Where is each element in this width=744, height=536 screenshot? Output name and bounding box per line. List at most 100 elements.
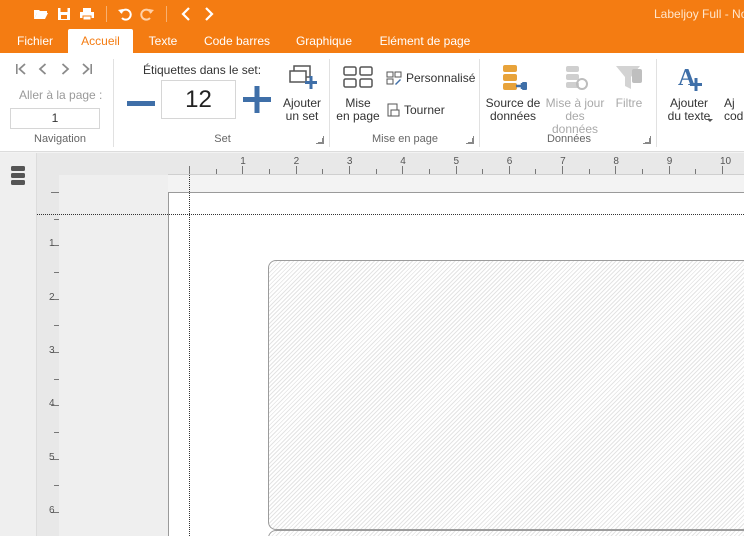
- filter-button[interactable]: Filtre: [612, 63, 646, 110]
- canvas-margin: [59, 175, 168, 536]
- ruler-tick: [668, 166, 670, 174]
- tab-accueil[interactable]: Accueil: [68, 29, 133, 53]
- add-text-label: Ajouter du texte: [667, 96, 711, 123]
- layout-dialog-launcher-icon[interactable]: [466, 136, 474, 144]
- tab-texte[interactable]: Texte: [140, 29, 186, 53]
- vertical-guide[interactable]: [189, 175, 190, 536]
- labels-count-field[interactable]: 12: [161, 80, 236, 119]
- tab-graphique[interactable]: Graphique: [288, 29, 360, 53]
- data-source-button[interactable]: Source de données: [484, 63, 542, 123]
- ruler-tick: [189, 166, 190, 174]
- page-layout-label: Mise en page: [336, 96, 380, 123]
- data-dialog-launcher-icon[interactable]: [643, 136, 651, 144]
- database-source-icon: [503, 65, 527, 90]
- previous-page-icon[interactable]: [36, 62, 50, 76]
- page-layout-button[interactable]: Mise en page: [336, 63, 380, 123]
- group-separator: [656, 59, 657, 147]
- ruler-tick: [695, 169, 697, 174]
- ribbon-panel: Aller à la page : 1 Navigation Étiquette…: [0, 53, 744, 152]
- save-icon[interactable]: [54, 4, 74, 24]
- ruler-tick: [615, 166, 617, 174]
- add-code-label: Aj cod: [724, 96, 744, 123]
- add-set-button[interactable]: Ajouter un set: [280, 63, 324, 123]
- ruler-tick: [268, 169, 270, 174]
- add-text-icon: A: [678, 65, 702, 91]
- refresh-data-icon: [566, 66, 588, 90]
- add-set-icon: [289, 65, 317, 89]
- rotate-label: Tourner: [404, 103, 445, 117]
- rotate-button[interactable]: Tourner: [386, 103, 445, 117]
- ruler-tick: [722, 166, 723, 174]
- add-text-button[interactable]: A Ajouter du texte: [663, 63, 715, 123]
- dropdown-arrow-icon[interactable]: [707, 119, 713, 122]
- tab-code-barres[interactable]: Code barres: [196, 29, 278, 53]
- navigation-group-label: Navigation: [34, 133, 86, 145]
- ruler-number: 6: [506, 156, 513, 167]
- decrease-labels-button[interactable]: [126, 89, 156, 119]
- ruler-tick: [535, 169, 537, 174]
- ruler-number: 6: [49, 504, 55, 516]
- ruler-tick: [242, 166, 244, 174]
- group-separator: [479, 59, 480, 147]
- back-arrow-icon[interactable]: [176, 4, 196, 24]
- ruler-tick: [51, 192, 59, 193]
- ruler-tick: [588, 169, 590, 174]
- tab-fichier[interactable]: Fichier: [8, 29, 62, 53]
- ruler-corner: [37, 153, 168, 175]
- print-icon[interactable]: [77, 4, 97, 24]
- add-set-label: Ajouter un set: [282, 96, 322, 123]
- open-folder-icon[interactable]: [31, 4, 51, 24]
- goto-page-label: Aller à la page :: [19, 88, 103, 102]
- ruler-number: 9: [666, 156, 673, 167]
- vertical-ruler: 1 2 3 4 5 6: [37, 175, 59, 536]
- database-panel-icon[interactable]: [10, 165, 26, 185]
- ruler-number: 1: [240, 156, 246, 167]
- filter-icon: [616, 66, 642, 89]
- ruler-number: 4: [400, 156, 406, 167]
- set-group-label: Set: [214, 133, 231, 145]
- ruler-number: 7: [560, 156, 566, 167]
- first-page-icon[interactable]: [14, 62, 28, 76]
- redo-icon[interactable]: [137, 4, 157, 24]
- ruler-tick: [508, 166, 510, 174]
- ruler-number: 4: [49, 398, 55, 410]
- custom-layout-button[interactable]: Personnalisé: [386, 71, 475, 85]
- ruler-tick: [375, 169, 377, 174]
- custom-layout-label: Personnalisé: [406, 71, 476, 85]
- title-bar: Labeljoy Full - No: [0, 0, 744, 29]
- ruler-number: 2: [49, 291, 55, 303]
- layout-group-label: Mise en page: [371, 133, 439, 145]
- horizontal-ruler: 1 2 3 4 5 6 7 8 9 10: [168, 153, 744, 175]
- svg-text:A: A: [678, 65, 696, 91]
- filter-label: Filtre: [615, 96, 643, 110]
- ruler-number: 5: [49, 451, 55, 463]
- update-data-label: Mise à jour des données: [545, 96, 605, 136]
- app-title: Labeljoy Full - No: [654, 7, 744, 21]
- toolbar-separator: [106, 6, 107, 22]
- tab-element-de-page[interactable]: Elément de page: [372, 29, 478, 53]
- side-toolbar: [0, 153, 37, 536]
- undo-icon[interactable]: [115, 4, 135, 24]
- data-source-label: Source de données: [485, 96, 541, 123]
- ruler-tick: [428, 169, 430, 174]
- ruler-tick: [322, 169, 324, 174]
- label-placeholder[interactable]: [268, 260, 744, 530]
- update-data-button[interactable]: Mise à jour des données: [544, 63, 606, 136]
- label-placeholder[interactable]: [268, 530, 744, 536]
- ribbon-tabs: Fichier Accueil Texte Code barres Graphi…: [0, 29, 744, 53]
- data-group-label: Données: [546, 133, 592, 145]
- forward-arrow-icon[interactable]: [199, 4, 219, 24]
- toolbar-separator: [166, 6, 167, 22]
- last-page-icon[interactable]: [80, 62, 94, 76]
- ruler-tick: [402, 166, 404, 174]
- increase-labels-button[interactable]: [242, 84, 272, 114]
- next-page-icon[interactable]: [58, 62, 72, 76]
- ruler-number: 10: [720, 156, 732, 167]
- ruler-number: 3: [49, 344, 55, 356]
- add-code-button[interactable]: Aj cod: [724, 63, 744, 123]
- group-separator: [113, 59, 114, 147]
- horizontal-guide[interactable]: [37, 214, 744, 215]
- set-dialog-launcher-icon[interactable]: [316, 136, 324, 144]
- goto-page-input[interactable]: 1: [10, 108, 100, 129]
- ruler-tick: [295, 166, 297, 174]
